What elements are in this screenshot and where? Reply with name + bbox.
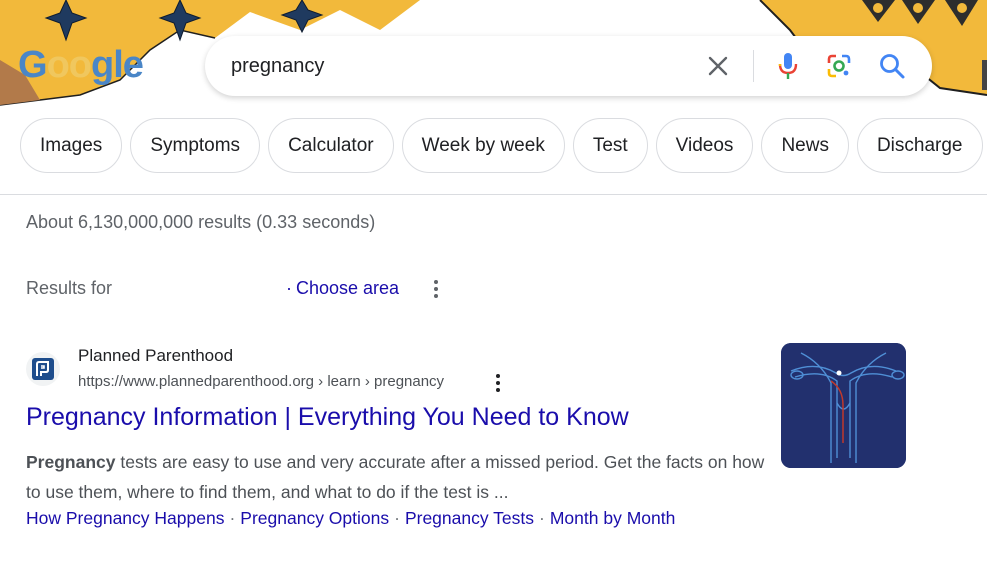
chip-videos[interactable]: Videos bbox=[655, 118, 754, 173]
choose-area-link[interactable]: · Choose area bbox=[286, 278, 399, 299]
planned-parenthood-favicon bbox=[32, 358, 54, 380]
sitelink-month-by-month[interactable]: Month by Month bbox=[550, 508, 675, 528]
snippet-text: tests are easy to use and very accurate … bbox=[26, 452, 765, 502]
lens-icon bbox=[827, 54, 851, 78]
site-url[interactable]: https://www.plannedparenthood.org › lear… bbox=[78, 373, 444, 390]
more-vert-icon bbox=[434, 280, 438, 298]
site-name[interactable]: Planned Parenthood bbox=[78, 346, 233, 366]
uterus-illustration bbox=[781, 343, 906, 468]
filter-chips: Images Symptoms Calculator Week by week … bbox=[20, 118, 983, 174]
result-thumbnail[interactable] bbox=[781, 343, 906, 468]
site-favicon[interactable] bbox=[26, 352, 60, 386]
sitelink-separator: · bbox=[394, 508, 400, 528]
search-submit-button[interactable] bbox=[877, 51, 907, 81]
sitelink-how-pregnancy-happens[interactable]: How Pregnancy Happens bbox=[26, 508, 224, 528]
location-more-button[interactable] bbox=[428, 278, 444, 300]
sitelink-pregnancy-options[interactable]: Pregnancy Options bbox=[240, 508, 389, 528]
voice-search-button[interactable] bbox=[773, 51, 803, 81]
google-logo[interactable]: Google bbox=[18, 44, 144, 87]
clear-button[interactable] bbox=[705, 53, 731, 79]
more-vert-icon bbox=[496, 374, 500, 392]
header-divider bbox=[0, 194, 987, 195]
chip-symptoms[interactable]: Symptoms bbox=[130, 118, 261, 173]
clear-icon bbox=[708, 56, 728, 76]
chip-test[interactable]: Test bbox=[572, 118, 648, 173]
snippet-highlight: Pregnancy bbox=[26, 452, 116, 472]
sitelink-separator: · bbox=[229, 508, 236, 528]
result-snippet: Pregnancy tests are easy to use and very… bbox=[26, 447, 766, 507]
sitelinks: How Pregnancy Happens · Pregnancy Options ·… bbox=[26, 508, 675, 529]
lens-search-button[interactable] bbox=[824, 51, 854, 81]
result-more-button[interactable] bbox=[490, 372, 506, 394]
search-box bbox=[205, 36, 932, 96]
search-icon bbox=[880, 54, 905, 79]
chip-discharge[interactable]: Discharge bbox=[856, 118, 983, 173]
sitelink-separator: · bbox=[539, 508, 545, 528]
search-box-divider bbox=[753, 50, 754, 82]
chip-news[interactable]: News bbox=[761, 118, 849, 173]
result-title-link[interactable]: Pregnancy Information | Everything You N… bbox=[26, 403, 629, 432]
chip-images[interactable]: Images bbox=[20, 118, 123, 173]
result-stats: About 6,130,000,000 results (0.33 second… bbox=[26, 212, 376, 232]
chip-week-by-week[interactable]: Week by week bbox=[401, 118, 565, 173]
chip-calculator[interactable]: Calculator bbox=[268, 118, 394, 173]
mic-icon bbox=[778, 53, 798, 79]
sitelink-pregnancy-tests[interactable]: Pregnancy Tests bbox=[405, 508, 534, 528]
search-input[interactable] bbox=[231, 52, 671, 80]
choose-area-label: Choose area bbox=[296, 278, 400, 298]
results-for-label: Results for bbox=[26, 278, 113, 298]
